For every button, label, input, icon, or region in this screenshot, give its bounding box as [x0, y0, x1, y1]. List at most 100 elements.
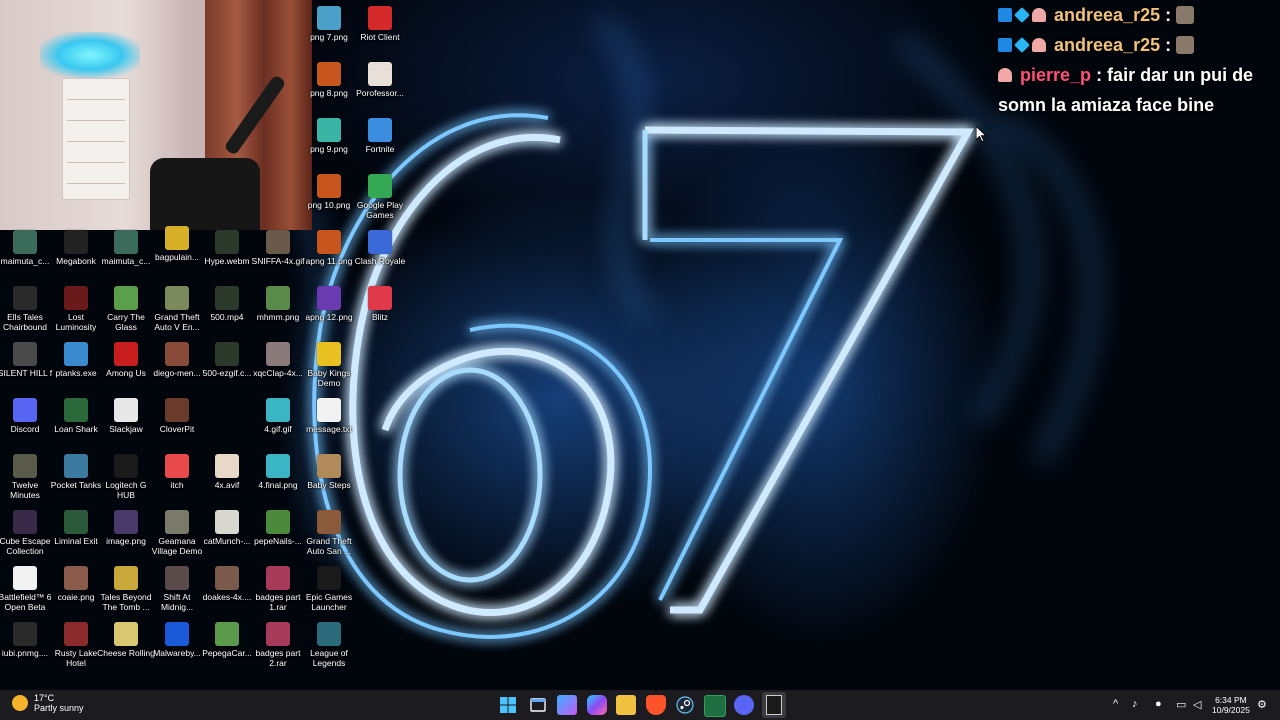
- desktop-icon-label: 4.final.png: [258, 480, 298, 490]
- desktop-icon-label: maimuta_c...: [101, 256, 151, 266]
- desktop-icon-png-7-png[interactable]: png 7.png: [303, 6, 355, 42]
- desktop-icon-google-play-games[interactable]: Google Play Games: [354, 174, 406, 220]
- brave-icon[interactable]: [646, 695, 666, 715]
- network-icon[interactable]: ▭: [1176, 698, 1186, 711]
- windows-start-icon[interactable]: [498, 695, 518, 715]
- desktop-icon-fortnite[interactable]: Fortnite: [354, 118, 406, 154]
- desktop-icon-liminal-exit[interactable]: Liminal Exit: [50, 510, 102, 546]
- desktop-icon-bagpulain[interactable]: bagpulain...: [151, 226, 203, 262]
- desktop-icon-tales-beyond-the-tomb[interactable]: Tales Beyond The Tomb ...: [100, 566, 152, 612]
- copilot-icon[interactable]: [557, 695, 577, 715]
- chevron-up-icon[interactable]: ^: [1113, 698, 1118, 710]
- desktop-icon-apng-12-png[interactable]: apng 12.png: [303, 286, 355, 322]
- notification-icon[interactable]: ⚙: [1257, 698, 1267, 711]
- desktop-icon-iubi-pnmg[interactable]: iubi.pnmg....: [0, 622, 51, 658]
- desktop-icon-coaie-png[interactable]: coaie.png: [50, 566, 102, 602]
- desktop-icon-png-8-png[interactable]: png 8.png: [303, 62, 355, 98]
- desktop-icon-ptanks-exe[interactable]: ptanks.exe: [50, 342, 102, 378]
- desktop-icon-4-gif-gif[interactable]: 4.gif.gif: [252, 398, 304, 434]
- desktop-icon-label: png 9.png: [310, 144, 348, 154]
- desktop-icon-500-ezgif-c[interactable]: 500-ezgif.c...: [201, 342, 253, 378]
- desktop-icon-maimuta-c[interactable]: maimuta_c...: [100, 230, 152, 266]
- desktop-icon-geamana-village-demo[interactable]: Geamana Village Demo: [151, 510, 203, 556]
- desktop-icon-grand-theft-auto-v-en[interactable]: Grand Theft Auto V En...: [151, 286, 203, 332]
- chat-overlay: andreea_r25 : andreea_r25 : pierre_p : f…: [998, 0, 1278, 120]
- desktop-icon-blitz[interactable]: Blitz: [354, 286, 406, 322]
- desktop-icon-among-us[interactable]: Among Us: [100, 342, 152, 378]
- desktop-icon-discord[interactable]: Discord: [0, 398, 51, 434]
- desktop-icon-label: Among Us: [106, 368, 146, 378]
- desktop-icon-riot-client[interactable]: Riot Client: [354, 6, 406, 42]
- desktop-icon-pocket-tanks[interactable]: Pocket Tanks: [50, 454, 102, 490]
- desktop-icon-grand-theft-auto-san[interactable]: Grand Theft Auto San ...: [303, 510, 355, 556]
- desktop-icon-label: Baby Kings Demo: [307, 368, 351, 388]
- desktop-icon-maimuta-c[interactable]: maimuta_c...: [0, 230, 51, 266]
- desktop-icon-message-txt[interactable]: message.txt: [303, 398, 355, 434]
- desktop-icon-4x-avif[interactable]: 4x.avif: [201, 454, 253, 490]
- desktop-icon-mhmm-png[interactable]: mhmm.png: [252, 286, 304, 322]
- desktop-icon-carry-the-glass[interactable]: Carry The Glass: [100, 286, 152, 332]
- system-clock[interactable]: 6:34 PM 10/9/2025: [1212, 695, 1250, 715]
- desktop-icon-badges-part-2-rar[interactable]: badges part 2.rar: [252, 622, 304, 668]
- desktop-icon-epic-games-launcher[interactable]: Epic Games Launcher: [303, 566, 355, 612]
- desktop-icon-cube-escape-collection[interactable]: Cube Escape Collection: [0, 510, 51, 556]
- desktop-icon-baby-kings-demo[interactable]: Baby Kings Demo: [303, 342, 355, 388]
- desktop-icon-diego-men[interactable]: diego-men...: [151, 342, 203, 378]
- desktop-icon-png-10-png[interactable]: png 10.png: [303, 174, 355, 210]
- desktop-icon-lost-luminosity[interactable]: Lost Luminosity: [50, 286, 102, 332]
- desktop-icon-500-mp4[interactable]: 500.mp4: [201, 286, 253, 322]
- desktop-icon-malwareby[interactable]: Malwareby...: [151, 622, 203, 658]
- desktop-icon-4-final-png[interactable]: 4.final.png: [252, 454, 304, 490]
- excel-icon[interactable]: [704, 695, 726, 717]
- desktop-icon-twelve-minutes[interactable]: Twelve Minutes: [0, 454, 51, 500]
- copilot-app-icon[interactable]: [587, 695, 607, 715]
- audio-device-icon[interactable]: ♪: [1132, 698, 1138, 710]
- desktop-icon-ells-tales-chairbound[interactable]: Ells Tales Chairbound: [0, 286, 51, 332]
- desktop-icon-catmunch[interactable]: catMunch-...: [201, 510, 253, 546]
- image-icon: [266, 342, 290, 366]
- desktop-icon-silent-hill-f[interactable]: SILENT HILL f: [0, 342, 52, 378]
- desktop-icon-loan-shark[interactable]: Loan Shark: [50, 398, 102, 434]
- steam-icon[interactable]: [675, 695, 695, 715]
- file-explorer-icon[interactable]: [616, 695, 636, 715]
- desktop-icon-clash-royale[interactable]: Clash Royale: [354, 230, 406, 266]
- desktop-icon-sniffa-4x-gif[interactable]: SNIFFA-4x.gif: [252, 230, 304, 266]
- volume-icon[interactable]: ◁: [1193, 698, 1201, 711]
- discord-icon: [13, 398, 37, 422]
- desktop-icon-porofessor[interactable]: Porofessor...: [354, 62, 406, 98]
- desktop-icon-rusty-lake-hotel[interactable]: Rusty Lake Hotel: [50, 622, 102, 668]
- chat-username: andreea_r25: [1054, 5, 1161, 25]
- desktop-icon-pepegacar[interactable]: PepegaCar...: [201, 622, 253, 658]
- desktop-icon-cheese-rolling[interactable]: Cheese Rolling: [97, 622, 155, 658]
- desktop-icon-image-png[interactable]: image.png: [100, 510, 152, 546]
- desktop-icon-png-9-png[interactable]: png 9.png: [303, 118, 355, 154]
- desktop-icon-battlefield-6-open-beta[interactable]: Battlefield™ 6 Open Beta: [0, 566, 51, 612]
- desktop-icon-cloverpit[interactable]: CloverPit: [151, 398, 203, 434]
- desktop-icon-shift-at-midnig[interactable]: Shift At Midnig...: [151, 566, 203, 612]
- microphone-icon[interactable]: ●: [1155, 698, 1162, 710]
- desktop-icon-xqcclap-4x[interactable]: xqcClap-4x...: [252, 342, 304, 378]
- weather-widget[interactable]: 17°C Partly sunny: [12, 693, 84, 713]
- desktop-icon-label: Google Play Games: [356, 200, 404, 220]
- desktop-icon-label: pepeNails-...: [254, 536, 302, 546]
- desktop-icon-doakes-4x[interactable]: doakes-4x....: [201, 566, 253, 602]
- desktop-icon-baby-steps[interactable]: Baby Steps: [303, 454, 355, 490]
- desktop-icon-hype-webm[interactable]: Hype.webm: [201, 230, 253, 266]
- desktop-icon-pepenails[interactable]: pepeNails-...: [252, 510, 304, 546]
- discord-icon[interactable]: [734, 695, 754, 715]
- gem-badge-icon: [1014, 7, 1030, 23]
- desktop-icon-apng-11-png[interactable]: apng 11.png: [303, 230, 355, 266]
- desktop-icon-itch[interactable]: itch: [151, 454, 203, 490]
- desktop-icon-label: Ells Tales Chairbound: [3, 312, 47, 332]
- epic-games-icon[interactable]: [762, 692, 786, 718]
- desktop-icon-label: Slackjaw: [109, 424, 143, 434]
- desktop-icon-slackjaw[interactable]: Slackjaw: [100, 398, 152, 434]
- desktop-icon-league-of-legends[interactable]: League of Legends: [303, 622, 355, 668]
- task-view-icon[interactable]: [528, 695, 548, 715]
- desktop-icon-logitech-g-hub[interactable]: Logitech G HUB: [100, 454, 152, 500]
- desktop-icon-badges-part-1-rar[interactable]: badges part 1.rar: [252, 566, 304, 612]
- video-icon: [215, 342, 239, 366]
- desktop-icon-label: badges part 2.rar: [255, 648, 301, 668]
- desktop-icon-megabonk[interactable]: Megabonk: [50, 230, 102, 266]
- fortnite-icon: [368, 118, 392, 142]
